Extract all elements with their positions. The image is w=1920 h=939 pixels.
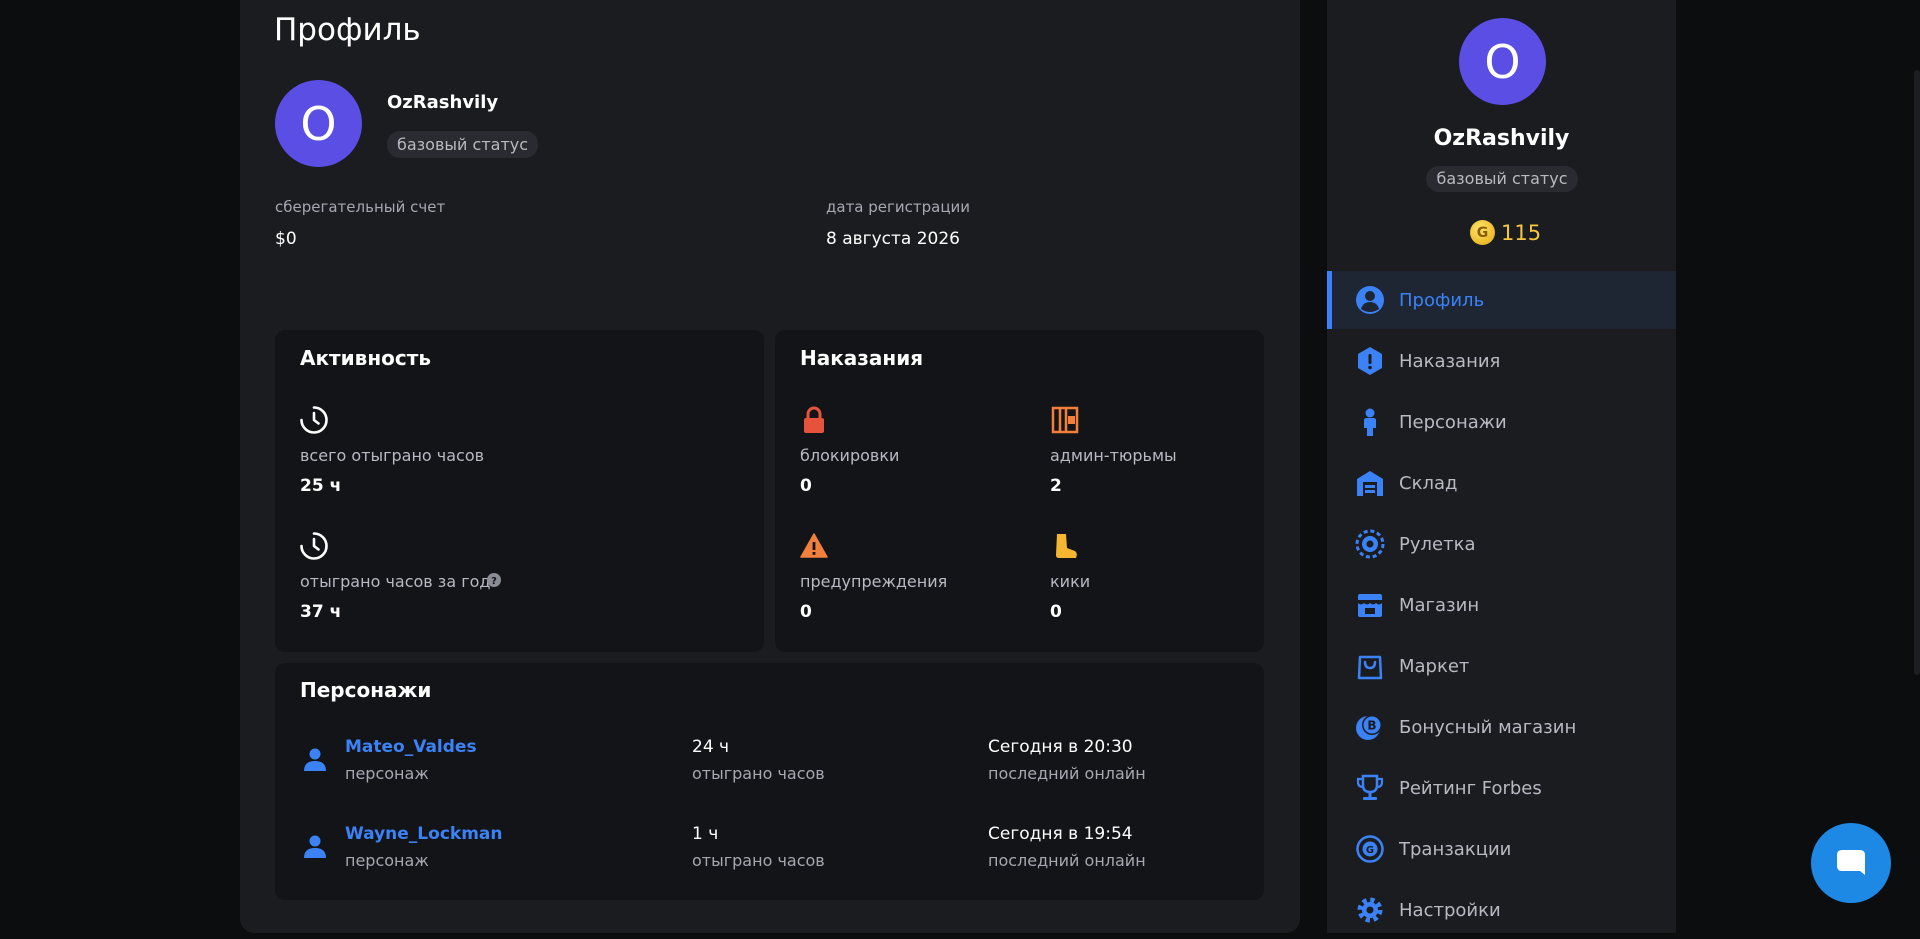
character-name-link[interactable]: Mateo_Valdes (345, 737, 477, 757)
registration-label: дата регистрации (826, 198, 971, 216)
total-hours-label: всего отыграно часов (300, 446, 485, 465)
activity-title: Активность (300, 346, 431, 370)
username: OzRashvily (387, 92, 499, 113)
sidebar-item-warehouse[interactable]: Склад (1327, 454, 1676, 512)
sidebar-item-profile[interactable]: Профиль (1327, 271, 1676, 329)
sidebar-item-market[interactable]: Маркет (1327, 637, 1676, 695)
scrollbar-thumb[interactable] (1914, 70, 1920, 675)
savings-value: $0 (275, 229, 297, 249)
sidebar-item-forbes-rating[interactable]: Рейтинг Forbes (1327, 759, 1676, 817)
transactions-icon: G (1356, 835, 1384, 863)
sidebar-avatar-letter: O (1484, 34, 1521, 89)
jail-icon (1051, 406, 1079, 434)
jails-value: 2 (1050, 476, 1062, 496)
sidebar-item-label: Наказания (1399, 350, 1501, 372)
sidebar-item-label: Профиль (1399, 289, 1485, 311)
warehouse-icon (1357, 471, 1383, 496)
character-hours: 24 ч (692, 737, 730, 757)
savings-label: сберегательный счет (275, 198, 446, 216)
avatar: O (275, 80, 362, 167)
coin-letter: G (1476, 224, 1489, 241)
registration-value: 8 августа 2026 (826, 229, 960, 249)
character-hours-label: отыграно часов (692, 764, 825, 783)
shopping-bag-icon (1357, 655, 1383, 680)
chat-bubble-icon (1837, 850, 1865, 875)
lock-icon (804, 406, 824, 433)
character-last-online: Сегодня в 19:54 (988, 824, 1133, 844)
store-icon (1358, 594, 1382, 617)
bans-label: блокировки (800, 446, 900, 465)
punishments-panel (775, 330, 1264, 652)
svg-text:B: B (1367, 719, 1376, 733)
warning-icon (800, 533, 828, 558)
coin-value: 115 (1501, 220, 1542, 245)
character-last-online-label: последний онлайн (988, 851, 1146, 870)
jails-label: админ-тюрьмы (1050, 446, 1177, 465)
kicks-label: кики (1050, 572, 1091, 591)
sidebar-item-bonus-store[interactable]: B Бонусный магазин (1327, 698, 1676, 756)
sidebar-item-settings[interactable]: Настройки (1327, 881, 1676, 939)
year-hours-label: отыграно часов за год (300, 572, 491, 591)
person-icon (304, 748, 326, 771)
sidebar-item-label: Рулетка (1399, 533, 1476, 555)
sidebar-item-label: Склад (1399, 472, 1458, 494)
person-icon (304, 835, 326, 858)
sidebar-item-label: Магазин (1399, 594, 1480, 616)
character-hours-label: отыграно часов (692, 851, 825, 870)
character-hours: 1 ч (692, 824, 719, 844)
characters-title: Персонажи (300, 678, 432, 702)
user-circle-icon (1356, 286, 1384, 314)
character-last-online-label: последний онлайн (988, 764, 1146, 783)
gear-icon (1357, 897, 1383, 923)
punishments-title: Наказания (800, 346, 924, 370)
sidebar-item-punishments[interactable]: Наказания (1327, 332, 1676, 390)
sidebar-avatar: O (1459, 18, 1546, 105)
chat-button[interactable] (1811, 823, 1891, 903)
sidebar-item-store[interactable]: Магазин (1327, 576, 1676, 634)
bonus-coin-icon: B (1356, 715, 1382, 740)
sidebar-username: OzRashvily (1433, 126, 1570, 151)
sidebar-item-label: Настройки (1399, 899, 1501, 921)
coin-balance: G 115 (1470, 220, 1541, 245)
warnings-label: предупреждения (800, 572, 948, 591)
alert-hexagon-icon (1358, 347, 1382, 375)
roulette-icon (1355, 529, 1385, 559)
activity-panel (275, 330, 764, 652)
sidebar-item-label: Персонажи (1399, 411, 1507, 433)
help-icon[interactable]: ? (487, 573, 501, 587)
warnings-value: 0 (800, 602, 812, 622)
trophy-icon (1356, 774, 1384, 800)
kicks-value: 0 (1050, 602, 1062, 622)
sidebar-item-roulette[interactable]: Рулетка (1327, 515, 1676, 573)
coin-icon: G (1470, 220, 1495, 245)
total-hours-value: 25 ч (300, 476, 342, 496)
year-hours-value: 37 ч (300, 602, 342, 622)
svg-text:?: ? (491, 576, 497, 587)
page-title: Профиль (274, 12, 421, 48)
sidebar-item-label: Маркет (1399, 655, 1470, 677)
sidebar-item-label: Бонусный магазин (1399, 716, 1577, 738)
status-badge: базовый статус (387, 131, 539, 158)
character-role: персонаж (345, 851, 429, 870)
bans-value: 0 (800, 476, 812, 496)
clock-icon (300, 406, 328, 434)
character-name-link[interactable]: Wayne_Lockman (345, 824, 503, 844)
sidebar-status-badge: базовый статус (1426, 166, 1578, 192)
clock-icon (300, 532, 328, 560)
character-role: персонаж (345, 764, 429, 783)
boot-icon (1056, 534, 1077, 558)
sidebar-item-characters[interactable]: Персонажи (1327, 393, 1676, 451)
person-icon (1364, 408, 1376, 436)
svg-text:G: G (1366, 845, 1374, 856)
sidebar-item-label: Транзакции (1399, 838, 1512, 860)
character-last-online: Сегодня в 20:30 (988, 737, 1133, 757)
sidebar-item-label: Рейтинг Forbes (1399, 777, 1542, 799)
avatar-letter: O (300, 96, 337, 151)
sidebar-item-transactions[interactable]: G Транзакции (1327, 820, 1676, 878)
